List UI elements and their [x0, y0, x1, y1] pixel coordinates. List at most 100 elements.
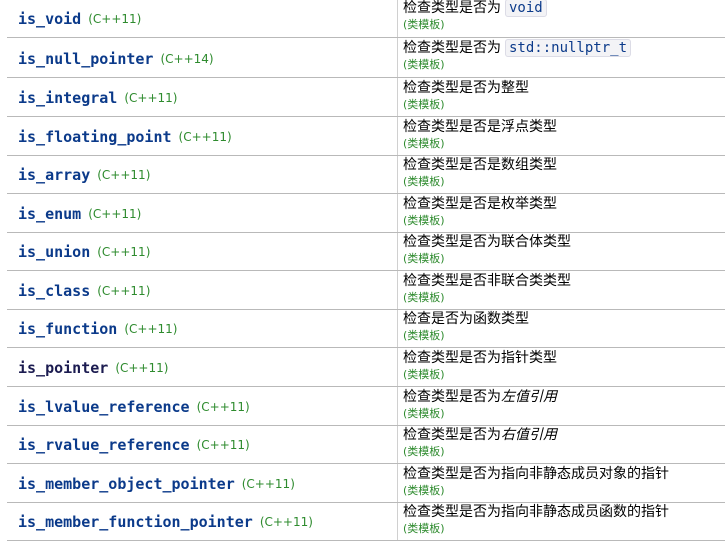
- version-badge: (C++11): [124, 91, 178, 105]
- description-prefix: 检查类型是否为整型: [403, 80, 529, 96]
- description-text: 检查类型是否为联合体类型: [403, 234, 571, 251]
- description-text: 检查类型是否为左值引用: [403, 389, 557, 406]
- table-row: is_union (C++11) 检查类型是否为联合体类型 (类模板): [0, 233, 725, 271]
- trait-link[interactable]: is_union: [18, 243, 90, 261]
- table-row: is_function (C++11) 检查是否为函数类型 (类模板): [0, 310, 725, 348]
- description-prefix: 检查类型是否为联合体类型: [403, 234, 571, 250]
- description-text: 检查类型是否为右值引用: [403, 427, 557, 444]
- name-cell: is_pointer (C++11): [18, 349, 168, 387]
- version-badge: (C++11): [115, 361, 169, 375]
- table-row: is_member_object_pointer (C++11) 检查类型是否为指向…: [0, 465, 725, 503]
- version-badge: (C++11): [124, 322, 178, 336]
- description-text: 检查类型是否是枚举类型: [403, 196, 557, 213]
- table-row: is_integral (C++11) 检查类型是否为整型 (类模板): [0, 79, 725, 117]
- version-badge: (C++11): [259, 515, 313, 529]
- name-cell: is_void (C++11): [18, 0, 141, 38]
- name-cell: is_lvalue_reference (C++11): [18, 388, 250, 426]
- description-prefix: 检查类型是否为: [403, 0, 501, 16]
- version-badge: (C++11): [241, 477, 295, 491]
- table-row: is_null_pointer (C++14) 检查类型是否为 std::nullpt…: [0, 39, 725, 78]
- description-text: 检查类型是否为指针类型: [403, 350, 557, 367]
- description-cell: 检查类型是否为整型 (类模板): [403, 80, 529, 112]
- version-badge: (C++11): [88, 207, 142, 221]
- name-cell: is_floating_point (C++11): [18, 118, 232, 156]
- row-divider: [7, 37, 725, 38]
- version-badge: (C++11): [196, 438, 250, 452]
- row-divider: [7, 116, 725, 117]
- version-badge: (C++11): [97, 168, 151, 182]
- trait-link[interactable]: is_pointer: [18, 359, 108, 377]
- name-cell: is_union (C++11): [18, 233, 150, 271]
- trait-link[interactable]: is_null_pointer: [18, 50, 153, 68]
- trait-link[interactable]: is_rvalue_reference: [18, 436, 190, 454]
- description-emphasis[interactable]: 左值引用: [501, 389, 557, 405]
- code-snippet[interactable]: std::nullptr_t: [505, 39, 632, 57]
- row-divider: [7, 77, 725, 78]
- trait-link[interactable]: is_integral: [18, 89, 117, 107]
- trait-link[interactable]: is_member_object_pointer: [18, 475, 235, 493]
- description-prefix: 检查类型是否非联合类类型: [403, 273, 571, 289]
- template-label: (类模板): [403, 175, 445, 188]
- description-cell: 检查类型是否为 void (类模板): [403, 0, 547, 32]
- description-cell: 检查类型是否是数组类型 (类模板): [403, 157, 557, 189]
- description-prefix: 检查类型是否为: [403, 40, 501, 56]
- row-divider: [7, 347, 725, 348]
- version-badge: (C++11): [97, 284, 151, 298]
- description-cell: 检查类型是否为指向非静态成员函数的指针 (类模板): [403, 504, 669, 536]
- row-divider: [7, 386, 725, 387]
- table-row: is_lvalue_reference (C++11) 检查类型是否为左值引用 (类模…: [0, 388, 725, 426]
- version-badge: (C++11): [178, 130, 232, 144]
- template-label: (类模板): [403, 484, 445, 497]
- description-text: 检查类型是否是浮点类型: [403, 119, 557, 136]
- trait-link[interactable]: is_member_function_pointer: [18, 513, 253, 531]
- name-cell: is_null_pointer (C++14): [18, 40, 214, 78]
- name-cell: is_enum (C++11): [18, 195, 141, 233]
- description-text: 检查类型是否为 std::nullptr_t: [403, 39, 632, 57]
- description-text: 检查是否为函数类型: [403, 311, 529, 328]
- name-cell: is_function (C++11): [18, 310, 177, 348]
- row-divider: [7, 193, 725, 194]
- description-cell: 检查类型是否为 std::nullptr_t (类模板): [403, 39, 632, 72]
- trait-link[interactable]: is_lvalue_reference: [18, 398, 190, 416]
- description-cell: 检查类型是否为指针类型 (类模板): [403, 350, 557, 382]
- table-row: is_array (C++11) 检查类型是否是数组类型 (类模板): [0, 156, 725, 194]
- trait-link[interactable]: is_enum: [18, 205, 81, 223]
- description-prefix: 检查类型是否是枚举类型: [403, 196, 557, 212]
- name-cell: is_class (C++11): [18, 272, 150, 310]
- description-emphasis[interactable]: 右值引用: [501, 427, 557, 443]
- table-row: is_member_function_pointer (C++11) 检查类型是否为…: [0, 503, 725, 541]
- description-text: 检查类型是否非联合类类型: [403, 273, 571, 290]
- description-prefix: 检查类型是否为指向非静态成员对象的指针: [403, 466, 669, 482]
- description-prefix: 检查类型是否为指向非静态成员函数的指针: [403, 504, 669, 520]
- template-label: (类模板): [403, 98, 445, 111]
- trait-link[interactable]: is_class: [18, 282, 90, 300]
- row-divider: [7, 270, 725, 271]
- description-cell: 检查类型是否是浮点类型 (类模板): [403, 119, 557, 151]
- description-prefix: 检查类型是否为: [403, 389, 501, 405]
- template-label: (类模板): [403, 445, 445, 458]
- trait-link[interactable]: is_array: [18, 166, 90, 184]
- trait-link[interactable]: is_void: [18, 10, 81, 28]
- name-cell: is_array (C++11): [18, 156, 150, 194]
- description-text: 检查类型是否是数组类型: [403, 157, 557, 174]
- row-divider: [7, 463, 725, 464]
- description-cell: 检查类型是否为联合体类型 (类模板): [403, 234, 571, 266]
- table-row: is_floating_point (C++11) 检查类型是否是浮点类型 (类模板): [0, 118, 725, 156]
- trait-link[interactable]: is_floating_point: [18, 128, 172, 146]
- version-badge: (C++11): [88, 12, 142, 26]
- template-label: (类模板): [403, 137, 445, 150]
- version-badge: (C++11): [196, 400, 250, 414]
- description-cell: 检查类型是否非联合类类型 (类模板): [403, 273, 571, 305]
- description-cell: 检查类型是否是枚举类型 (类模板): [403, 196, 557, 228]
- description-prefix: 检查是否为函数类型: [403, 311, 529, 327]
- code-snippet[interactable]: void: [505, 0, 547, 17]
- version-badge: (C++11): [97, 245, 151, 259]
- trait-link[interactable]: is_function: [18, 320, 117, 338]
- version-badge: (C++14): [160, 52, 214, 66]
- description-prefix: 检查类型是否为指针类型: [403, 350, 557, 366]
- description-prefix: 检查类型是否为: [403, 427, 501, 443]
- name-cell: is_rvalue_reference (C++11): [18, 426, 250, 464]
- description-cell: 检查类型是否为右值引用 (类模板): [403, 427, 557, 459]
- name-cell: is_member_function_pointer (C++11): [18, 503, 313, 541]
- description-cell: 检查是否为函数类型 (类模板): [403, 311, 529, 343]
